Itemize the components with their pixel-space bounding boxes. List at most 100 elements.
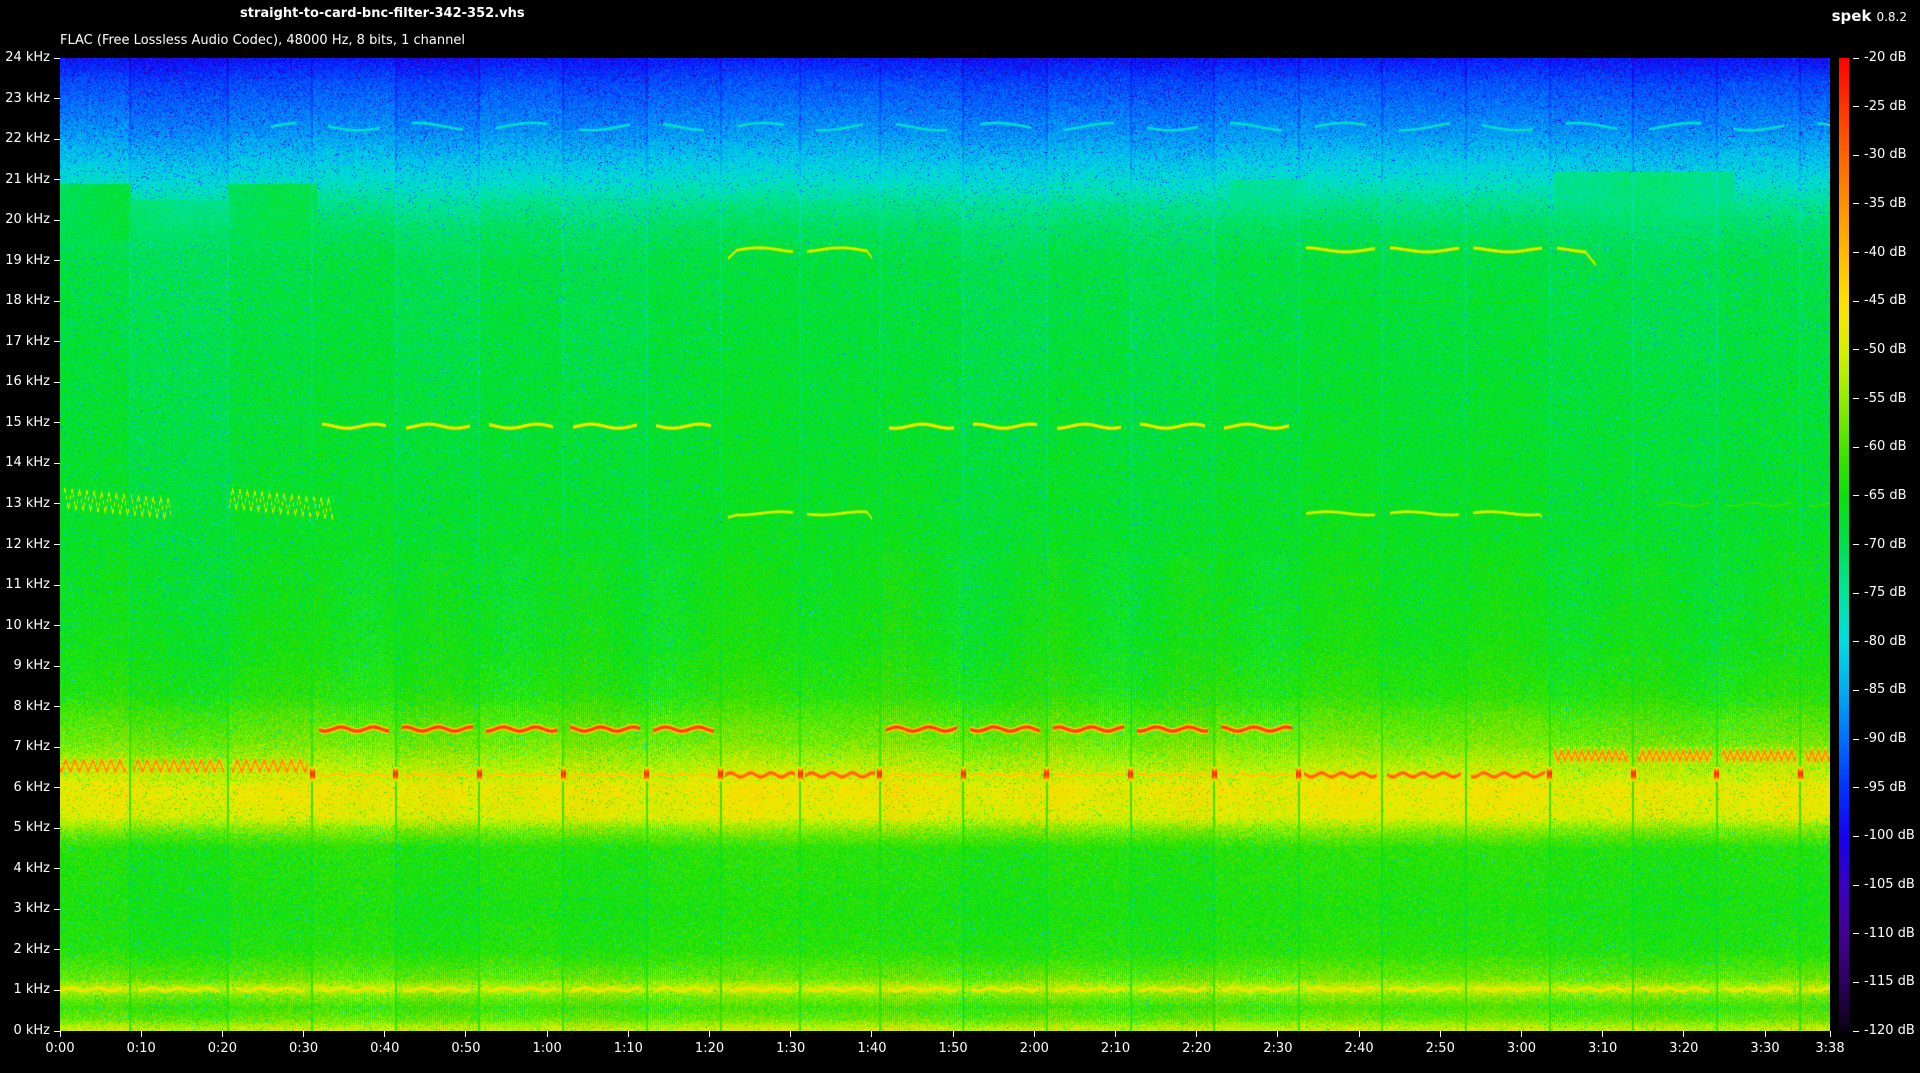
db-tick <box>1853 495 1859 497</box>
freq-tick-label: 4 kHz <box>13 860 50 876</box>
freq-tick <box>54 625 60 627</box>
time-tick-label: 1:20 <box>694 1041 725 1056</box>
time-tick-label: 3:10 <box>1588 1041 1618 1056</box>
db-tick <box>1853 544 1859 545</box>
freq-tick <box>54 706 60 708</box>
db-tick <box>1853 106 1859 108</box>
app-name: spek <box>1831 7 1872 25</box>
time-tick <box>546 1031 548 1037</box>
freq-tick-label: 8 kHz <box>13 698 50 714</box>
freq-tick-label: 10 kHz <box>5 617 50 633</box>
freq-tick <box>54 381 60 383</box>
time-tick-label: 0:10 <box>126 1041 156 1056</box>
freq-tick <box>54 98 60 100</box>
db-tick <box>1853 641 1859 643</box>
freq-tick <box>54 179 60 181</box>
time-tick-label: 3:30 <box>1750 1041 1780 1056</box>
db-tick-label: -85 dB <box>1864 682 1907 698</box>
freq-tick-label: 24 kHz <box>5 50 50 65</box>
freq-tick-label: 23 kHz <box>5 90 50 106</box>
freq-tick-label: 20 kHz <box>5 212 50 228</box>
db-tick-label: -90 dB <box>1864 731 1907 747</box>
app-logo: spek 0.8.2 <box>1832 7 1907 25</box>
time-tick <box>1115 1031 1116 1037</box>
time-tick <box>871 1031 873 1037</box>
db-tick-label: -45 dB <box>1864 293 1907 309</box>
freq-tick <box>54 746 60 748</box>
db-tick-label: -25 dB <box>1864 98 1907 114</box>
freq-tick-label: 17 kHz <box>5 333 50 349</box>
time-tick-label: 0:40 <box>370 1041 400 1056</box>
db-tick <box>1853 689 1859 691</box>
db-tick-label: -105 dB <box>1864 877 1915 893</box>
db-tick <box>1853 154 1859 156</box>
time-tick-label: 1:50 <box>938 1041 968 1056</box>
time-tick-label: 2:50 <box>1425 1041 1455 1056</box>
time-tick-label: 2:00 <box>1019 1041 1049 1056</box>
freq-tick-label: 5 kHz <box>13 820 50 836</box>
freq-tick-label: 19 kHz <box>5 252 50 268</box>
db-tick-label: -70 dB <box>1864 536 1907 552</box>
time-tick-label: 0:00 <box>45 1041 75 1056</box>
freq-tick-label: 1 kHz <box>13 982 50 998</box>
time-tick-label: 1:10 <box>613 1041 643 1056</box>
freq-tick <box>54 219 60 221</box>
time-tick <box>1358 1031 1360 1037</box>
freq-tick <box>54 57 60 59</box>
spek-window: straight-to-card-bnc-filter-342-352.vhs … <box>0 0 1920 1073</box>
freq-tick <box>54 787 60 789</box>
time-tick <box>303 1031 305 1037</box>
freq-tick <box>54 544 60 545</box>
db-colorbar <box>1839 58 1849 1031</box>
time-tick <box>1829 1031 1831 1037</box>
db-tick-label: -120 dB <box>1864 1023 1915 1038</box>
time-tick-label: 0:30 <box>288 1041 319 1056</box>
db-tick <box>1853 592 1859 594</box>
time-tick <box>221 1031 223 1037</box>
time-tick <box>709 1031 711 1037</box>
time-tick <box>952 1031 954 1037</box>
time-tick-label: 3:38 <box>1815 1041 1845 1056</box>
time-tick <box>1602 1031 1604 1037</box>
freq-tick-label: 6 kHz <box>13 779 50 795</box>
file-title: straight-to-card-bnc-filter-342-352.vhs <box>240 6 525 21</box>
db-tick <box>1853 933 1859 935</box>
freq-tick-label: 0 kHz <box>13 1023 50 1038</box>
time-tick-label: 1:00 <box>532 1041 562 1056</box>
freq-tick <box>54 503 60 505</box>
freq-tick-label: 22 kHz <box>5 131 50 147</box>
freq-tick <box>54 868 60 870</box>
freq-tick-label: 15 kHz <box>5 414 50 430</box>
db-tick-label: -30 dB <box>1864 147 1907 163</box>
time-tick-label: 2:40 <box>1344 1041 1374 1056</box>
freq-tick-label: 13 kHz <box>5 495 50 511</box>
time-tick <box>465 1031 467 1037</box>
db-tick <box>1853 252 1859 254</box>
db-tick <box>1853 1030 1859 1032</box>
db-tick-label: -80 dB <box>1864 633 1907 649</box>
time-tick <box>1683 1031 1685 1037</box>
time-tick <box>59 1031 61 1037</box>
db-tick-label: -100 dB <box>1864 828 1915 844</box>
db-tick <box>1853 57 1859 59</box>
time-tick-label: 2:30 <box>1263 1041 1293 1056</box>
freq-tick-label: 18 kHz <box>5 293 50 309</box>
time-tick <box>384 1031 386 1037</box>
db-tick <box>1853 398 1859 400</box>
db-tick-label: -20 dB <box>1864 50 1907 65</box>
db-tick-label: -40 dB <box>1864 244 1907 260</box>
db-tick <box>1853 981 1859 983</box>
freq-tick <box>54 584 60 586</box>
time-tick-label: 0:50 <box>451 1041 481 1056</box>
freq-tick-label: 14 kHz <box>5 455 50 471</box>
freq-tick-label: 21 kHz <box>5 171 50 187</box>
db-tick-label: -55 dB <box>1864 390 1907 406</box>
time-tick <box>1764 1031 1766 1037</box>
db-tick <box>1853 835 1859 837</box>
time-tick-label: 1:30 <box>776 1041 806 1056</box>
time-tick-label: 2:20 <box>1182 1041 1212 1056</box>
freq-tick-label: 2 kHz <box>13 941 50 957</box>
freq-tick <box>54 341 60 343</box>
time-tick <box>790 1031 792 1037</box>
time-tick <box>1520 1031 1522 1037</box>
